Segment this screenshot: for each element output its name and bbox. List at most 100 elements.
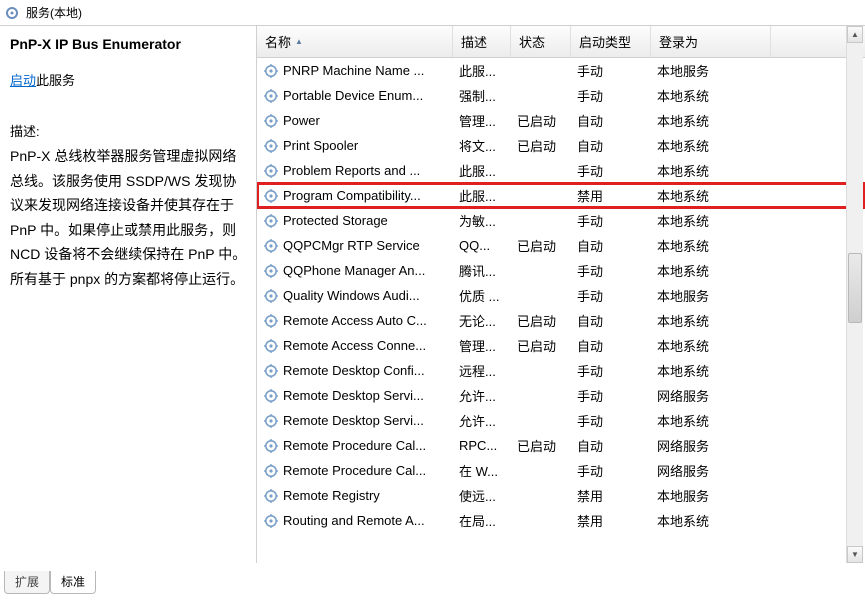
service-name-text: Problem Reports and ...: [283, 163, 420, 178]
service-name-text: Remote Desktop Servi...: [283, 388, 424, 403]
vertical-scrollbar[interactable]: ▲ ▼: [846, 26, 863, 563]
tab-standard[interactable]: 标准: [50, 571, 96, 594]
column-header-status[interactable]: 状态: [511, 26, 571, 57]
service-start-text: 自动: [571, 111, 651, 130]
service-row[interactable]: Print Spooler将文...已启动自动本地系统: [257, 133, 865, 158]
service-logon-text: 本地系统: [651, 311, 771, 330]
service-desc-text: 远程...: [453, 361, 511, 380]
service-start-text: 自动: [571, 436, 651, 455]
service-row[interactable]: Remote Registry使远...禁用本地服务: [257, 483, 865, 508]
service-action-line: 启动此服务: [10, 70, 248, 89]
service-start-text: 手动: [571, 261, 651, 280]
service-desc-text: 管理...: [453, 336, 511, 355]
service-desc-text: RPC...: [453, 438, 511, 453]
service-gear-icon: [263, 488, 279, 504]
service-row[interactable]: Remote Access Conne...管理...已启动自动本地系统: [257, 333, 865, 358]
service-name-text: Power: [283, 113, 320, 128]
console-scope-label: 服务(本地): [26, 4, 82, 21]
service-logon-text: 本地系统: [651, 361, 771, 380]
service-row[interactable]: Protected Storage为敏...手动本地系统: [257, 208, 865, 233]
service-desc-text: 腾讯...: [453, 261, 511, 280]
service-name-text: QQPCMgr RTP Service: [283, 238, 420, 253]
service-row[interactable]: Remote Procedure Cal...RPC...已启动自动网络服务: [257, 433, 865, 458]
console-top-bar: 服务(本地): [0, 0, 865, 26]
service-status-text: 已启动: [511, 136, 571, 155]
service-gear-icon: [263, 88, 279, 104]
service-start-text: 手动: [571, 461, 651, 480]
service-name-text: Program Compatibility...: [283, 188, 421, 203]
service-status-text: 已启动: [511, 236, 571, 255]
service-desc-text: 管理...: [453, 111, 511, 130]
service-row[interactable]: Portable Device Enum...强制...手动本地系统: [257, 83, 865, 108]
selected-service-title: PnP-X IP Bus Enumerator: [10, 36, 248, 52]
service-gear-icon: [263, 313, 279, 329]
service-row[interactable]: QQPCMgr RTP Service QQ...已启动自动本地系统: [257, 233, 865, 258]
service-logon-text: 本地系统: [651, 511, 771, 530]
service-name-text: Remote Procedure Cal...: [283, 438, 426, 453]
service-desc-text: 允许...: [453, 411, 511, 430]
service-start-text: 自动: [571, 311, 651, 330]
service-row[interactable]: Quality Windows Audi...优质 ...手动本地服务: [257, 283, 865, 308]
service-gear-icon: [263, 188, 279, 204]
details-pane: PnP-X IP Bus Enumerator 启动此服务 描述: PnP-X …: [0, 26, 257, 563]
service-row[interactable]: Routing and Remote A... 在局... 禁用本地系统: [257, 508, 865, 533]
service-desc-text: 在局...: [453, 511, 511, 530]
service-logon-text: 本地系统: [651, 136, 771, 155]
service-desc-text: 强制...: [453, 86, 511, 105]
service-desc-text: 此服...: [453, 161, 511, 180]
scroll-thumb[interactable]: [848, 253, 862, 323]
service-logon-text: 网络服务: [651, 461, 771, 480]
service-row[interactable]: Program Compatibility...此服...禁用本地系统: [257, 183, 865, 208]
service-start-text: 自动: [571, 336, 651, 355]
service-row[interactable]: Remote Desktop Confi...远程...手动本地系统: [257, 358, 865, 383]
service-start-text: 手动: [571, 211, 651, 230]
column-header-name[interactable]: 名称▲: [257, 26, 453, 57]
column-header-desc[interactable]: 描述: [453, 26, 511, 57]
service-logon-text: 本地系统: [651, 211, 771, 230]
service-row[interactable]: PNRP Machine Name ...此服...手动本地服务: [257, 58, 865, 83]
service-row[interactable]: Problem Reports and ...此服...手动本地系统: [257, 158, 865, 183]
service-row[interactable]: Remote Procedure Cal...在 W...手动网络服务: [257, 458, 865, 483]
service-gear-icon: [263, 438, 279, 454]
service-name-text: Routing and Remote A...: [283, 513, 425, 528]
service-desc-text: QQ...: [453, 238, 511, 253]
scroll-track[interactable]: [847, 43, 863, 546]
scroll-up-button[interactable]: ▲: [847, 26, 863, 43]
service-row[interactable]: QQPhone Manager An...腾讯...手动本地系统: [257, 258, 865, 283]
service-desc-text: 使远...: [453, 486, 511, 505]
service-start-text: 自动: [571, 236, 651, 255]
service-name-text: PNRP Machine Name ...: [283, 63, 424, 78]
scroll-down-button[interactable]: ▼: [847, 546, 863, 563]
service-gear-icon: [263, 413, 279, 429]
service-start-text: 禁用: [571, 511, 651, 530]
column-header-start[interactable]: 启动类型: [571, 26, 651, 57]
service-name-text: Remote Access Conne...: [283, 338, 426, 353]
service-desc-text: 无论...: [453, 311, 511, 330]
service-logon-text: 本地系统: [651, 236, 771, 255]
service-logon-text: 本地系统: [651, 111, 771, 130]
service-start-text: 禁用: [571, 186, 651, 205]
start-service-link[interactable]: 启动: [10, 73, 36, 88]
service-logon-text: 网络服务: [651, 386, 771, 405]
service-gear-icon: [263, 263, 279, 279]
service-row[interactable]: Power管理...已启动自动本地系统: [257, 108, 865, 133]
service-gear-icon: [263, 238, 279, 254]
column-header-logon[interactable]: 登录为: [651, 26, 771, 57]
service-row[interactable]: Remote Desktop Servi...允许...手动本地系统: [257, 408, 865, 433]
service-logon-text: 本地服务: [651, 61, 771, 80]
service-start-text: 禁用: [571, 486, 651, 505]
service-gear-icon: [263, 338, 279, 354]
services-rows: PNRP Machine Name ...此服...手动本地服务Portable…: [257, 58, 865, 563]
service-name-text: Remote Desktop Servi...: [283, 413, 424, 428]
service-gear-icon: [263, 388, 279, 404]
service-logon-text: 本地系统: [651, 186, 771, 205]
service-row[interactable]: Remote Access Auto C...无论...已启动自动本地系统: [257, 308, 865, 333]
service-gear-icon: [263, 163, 279, 179]
service-logon-text: 本地系统: [651, 336, 771, 355]
service-desc-text: 为敏...: [453, 211, 511, 230]
service-status-text: 已启动: [511, 436, 571, 455]
sort-ascending-icon: ▲: [295, 37, 303, 46]
service-row[interactable]: Remote Desktop Servi...允许...手动网络服务: [257, 383, 865, 408]
tab-extended[interactable]: 扩展: [4, 571, 50, 594]
service-start-text: 手动: [571, 61, 651, 80]
